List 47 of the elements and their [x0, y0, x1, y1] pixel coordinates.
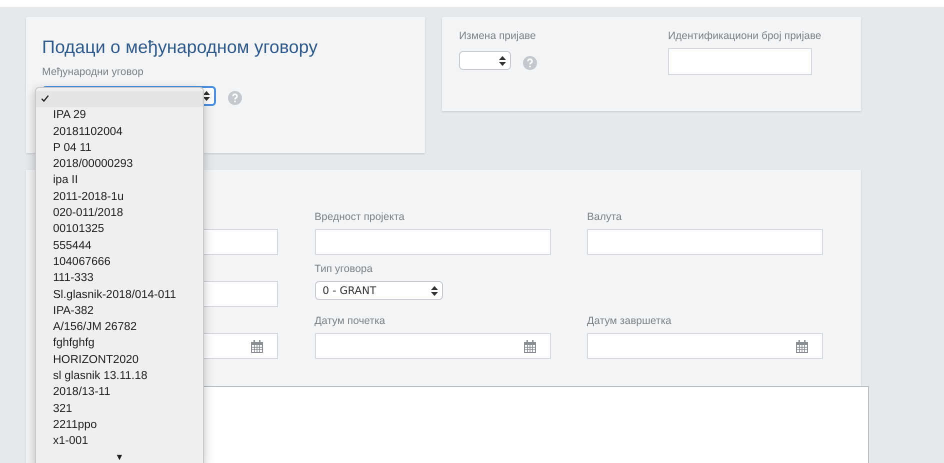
date-field[interactable]: [587, 333, 823, 359]
dropdown-option[interactable]: 111-333: [36, 270, 203, 287]
dropdown-option[interactable]: ipa II: [36, 172, 203, 189]
field-label: Датум почетка: [314, 315, 386, 329]
field-label: Датум завршетка: [587, 315, 672, 329]
dropdown-option[interactable]: [36, 91, 203, 108]
dropdown-option[interactable]: 2211ppo: [36, 416, 203, 434]
dropdown-option[interactable]: Sl.glasnik-2018/014-011: [36, 286, 203, 303]
field-label: Међународни уговор: [42, 66, 144, 80]
input-field[interactable]: [314, 229, 550, 255]
dropdown-option[interactable]: 20181102004: [36, 124, 203, 140]
dropdown-option[interactable]: P 04 11: [36, 140, 203, 156]
dropdown-option[interactable]: 2018/13-11: [36, 384, 203, 401]
dropdown-option[interactable]: 555444: [36, 238, 203, 254]
scroll-down-arrow[interactable]: ▼: [36, 452, 203, 462]
calendar-icon: [251, 340, 263, 353]
date-field[interactable]: [314, 333, 550, 359]
dropdown-option[interactable]: A/156/JM 26782: [36, 319, 203, 336]
dropdown-option[interactable]: 2011-2018-1u: [36, 188, 203, 206]
stepper-icon: [499, 56, 506, 66]
stepper-icon: [430, 286, 438, 296]
dropdown-option[interactable]: HORIZONT2020: [36, 352, 203, 368]
calendar-icon: [524, 340, 536, 353]
dropdown-option[interactable]: 00101325: [36, 221, 203, 238]
dropdown-option[interactable]: IPA-382: [36, 302, 203, 320]
check-icon: [41, 95, 49, 102]
dropdown-option[interactable]: 321: [36, 400, 203, 417]
dropdown-option[interactable]: x1-001: [36, 433, 203, 450]
dropdown-option[interactable]: 020-011/2018: [36, 205, 203, 222]
change-select[interactable]: [459, 51, 511, 70]
contract-type-select[interactable]: 0 - GRANT: [314, 281, 442, 300]
dropdown-option[interactable]: 104067666: [36, 254, 203, 270]
dropdown-option[interactable]: 2018/00000293: [36, 156, 203, 172]
field-label: Измена пријаве: [459, 30, 537, 44]
field-label: Валута: [587, 211, 623, 225]
id-input-field[interactable]: [668, 48, 812, 75]
field-label: Тип уговора: [314, 263, 374, 277]
dropdown-option[interactable]: IPA 29: [36, 107, 203, 124]
input-field[interactable]: [587, 229, 823, 255]
help-icon[interactable]: [523, 56, 537, 70]
help-icon[interactable]: [228, 91, 242, 105]
field-label: Идентификациони број пријаве: [668, 30, 822, 44]
dropdown-option[interactable]: sl glasnik 13.11.18: [36, 368, 203, 384]
dropdown-option[interactable]: fghfghfg: [36, 335, 203, 352]
calendar-icon: [796, 340, 808, 353]
card-title: Подаци о међународном уговору: [42, 37, 319, 58]
field-label: Вредност пројекта: [314, 211, 406, 225]
